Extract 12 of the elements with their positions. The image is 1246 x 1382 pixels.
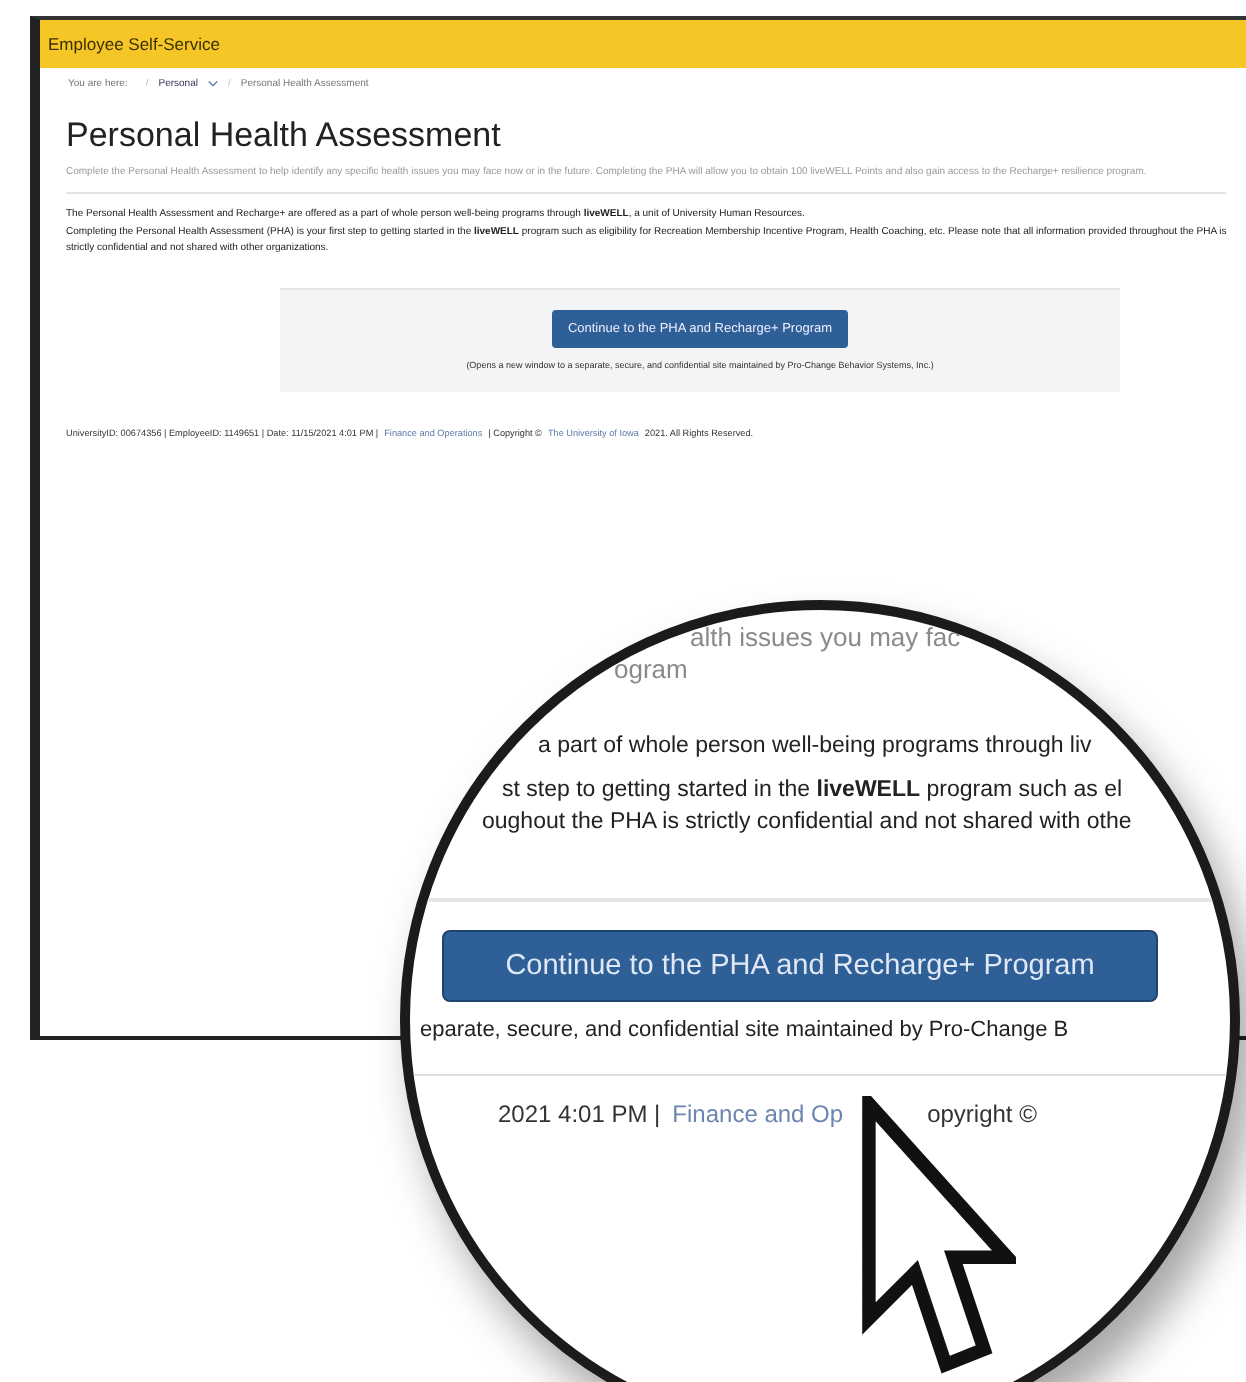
footer-link[interactable]: Finance and Op: [672, 1100, 844, 1128]
magnified-text: st step to getting started in the liveWELL program such as el: [502, 776, 1125, 806]
magnified-text: alth issues you may fac: [690, 622, 963, 654]
magnified-text: opyright ©: [927, 1100, 1037, 1128]
continue-button[interactable]: Continue to the PHA and Recharge+ Program: [442, 930, 1158, 1002]
magnified-text: 2021 4:01 PM |: [498, 1100, 661, 1128]
magnified-text: oughout the PHA is strictly confidential and not shared with othe: [482, 808, 1134, 838]
magnified-text: a part of whole person well-being programs through liv: [538, 732, 1094, 762]
magnified-text: ogram: [614, 654, 690, 686]
magnified-text: eparate, secure, and confidential site maintained by Pro-Change B: [420, 1018, 1071, 1042]
page-title: Personal Health Assessment: [66, 116, 503, 156]
app-title: Employee Self-Service: [48, 34, 220, 54]
